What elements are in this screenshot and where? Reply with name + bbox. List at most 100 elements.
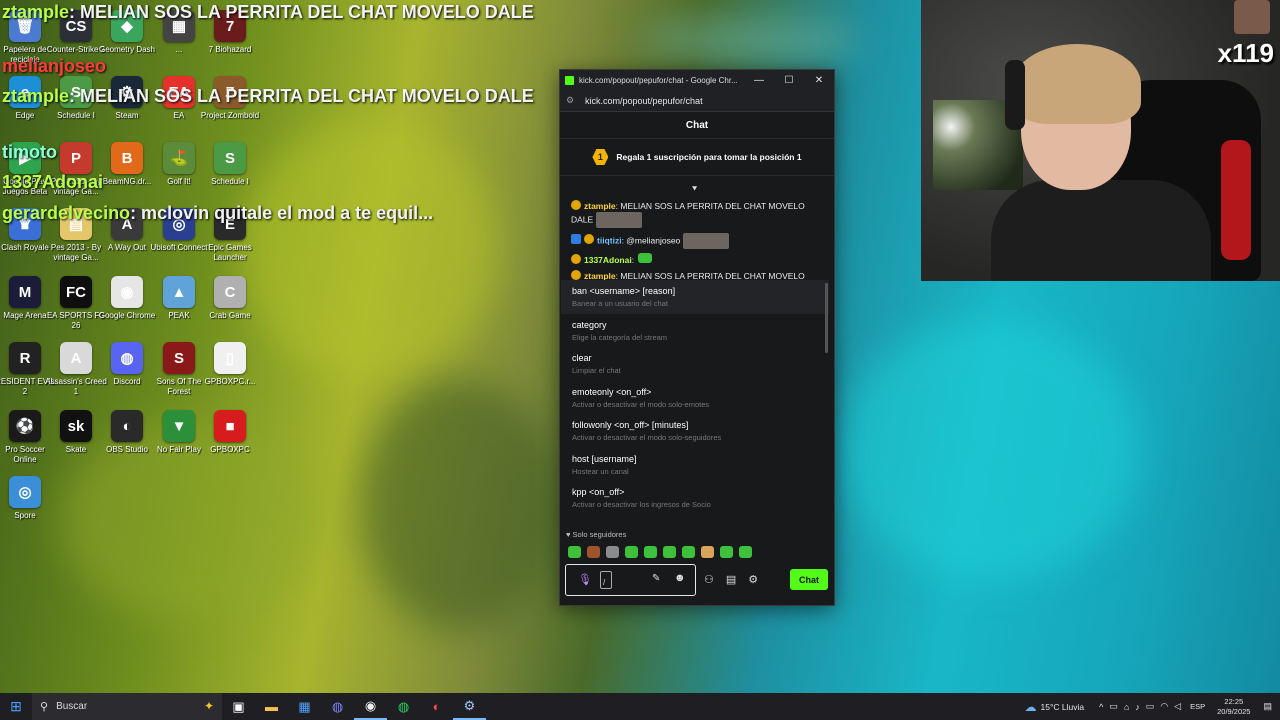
desktop-icon-label: GPBOXPC.r... [204,377,256,386]
chat-username[interactable]: tiiqtizi [597,235,622,245]
app-icon: ⚽ [9,410,41,442]
microphone-icon[interactable]: 🎙 [578,573,592,586]
display-icon[interactable]: ▭ [1146,701,1155,712]
emote-button[interactable] [739,546,752,558]
clock[interactable]: 22:25 20/9/2025 [1217,697,1250,717]
command-item[interactable]: clear Limpiar el chat [561,347,829,381]
overlay-message: timoto [2,142,57,162]
sub-counter: x119 [1217,38,1274,68]
desktop-icon[interactable]: S Schedule I [199,142,261,187]
discord-taskbar-icon[interactable]: ◍ [321,693,354,720]
chat-input-area[interactable]: 🎙 / ✎ ☻ [565,564,696,596]
desktop-icon-label: 7 Biohazard [208,45,252,54]
emoji-icon[interactable]: ☻ [674,572,686,584]
desktop-icon[interactable]: ■ GPBOXPC [199,410,261,455]
app-icon: ◐ [111,410,143,442]
command-autocomplete: ban <username> [reason] Banear a un usuar… [561,280,829,530]
gift-sub-banner[interactable]: 1 Regala 1 suscripción para tomar la pos… [560,139,834,176]
app-icon: ◍ [111,342,143,374]
emote-button[interactable] [587,546,600,558]
desktop-icon-label: Project Zomboid [200,111,260,120]
overlay-message: melianjoseo [2,56,107,76]
emote-button[interactable] [701,546,714,558]
app-icon: ▲ [163,276,195,308]
command-item[interactable]: host [username] Hostear un canal [561,448,829,482]
mic-tray-icon[interactable]: ♪ [1135,702,1140,712]
command-list-scrollbar[interactable] [825,283,828,353]
emote-button[interactable] [682,546,695,558]
emote-image [683,233,730,249]
address-bar[interactable]: ⚙ kick.com/popout/pepufor/chat [560,90,834,112]
desktop-icon-label: GPBOXPC [210,445,250,454]
chat-message: 1337Adonai: [571,253,816,266]
desktop-icon[interactable]: ▯ GPBOXPC.r... [199,342,261,387]
heart-icon: ♥ [566,530,571,539]
network-icon[interactable]: ⌂ [1124,702,1129,712]
emote-image [596,212,643,228]
search-icon: ⚲ [40,701,49,713]
window-titlebar[interactable]: kick.com/popout/pepufor/chat - Google Ch… [560,70,834,90]
language-indicator[interactable]: ESP [1190,702,1205,711]
sub-badge-icon [571,270,581,280]
maximize-button[interactable]: ☐ [774,75,804,86]
app-icon: ⛳ [163,142,195,174]
site-info-icon[interactable]: ⚙ [566,95,577,106]
app-icon: sk [60,410,92,442]
command-item[interactable]: emoteonly <on_off> Activar o desactivar e… [561,381,829,415]
users-icon[interactable]: ⚇ [704,573,714,586]
close-button[interactable]: ✕ [804,75,834,86]
start-button[interactable]: ⊞ [0,698,32,715]
overlay-message: ztample: MELIAN SOS LA PERRITA DEL CHAT … [2,2,534,22]
app-icon: ▼ [163,410,195,442]
emote-button[interactable] [568,546,581,558]
minimize-button[interactable]: — [744,75,774,86]
desktop-icon-label: Schedule I [211,177,249,186]
command-item[interactable]: kpp <on_off> Activar o desactivar los ing… [561,481,829,515]
gear-icon[interactable]: ⚙ [748,573,758,586]
steam-taskbar-icon[interactable]: ⚙ [453,693,486,720]
chrome-taskbar-icon[interactable]: ◉ [354,693,387,720]
notifications-icon[interactable]: ▤ [1263,701,1272,712]
weather-widget[interactable]: ☁ 15°C Lluvia [1025,700,1085,714]
app-icon: A [60,342,92,374]
task-view-icon[interactable]: ▣ [222,693,255,720]
overlay-message: gerardelvecino: mclovin quitale el mod a… [2,203,434,223]
command-item[interactable]: category Elige la categoría del stream [561,314,829,348]
file-explorer-icon[interactable]: ▬ [255,693,288,720]
taskbar: ⊞ ⚲ Buscar ✦ ▣ ▬ ▦ ◍ ◉ ◍ ◐ ⚙ ☁ 15°C Lluv… [0,693,1280,720]
obs-taskbar-icon[interactable]: ◐ [420,693,453,720]
command-item[interactable]: ban <username> [reason] Banear a un usuar… [561,280,829,314]
app-icon: FC [60,276,92,308]
search-box[interactable]: ⚲ Buscar ✦ [32,693,222,720]
store-icon[interactable]: ▤ [726,573,736,586]
send-chat-button[interactable]: Chat [790,569,828,590]
emote-button[interactable] [606,546,619,558]
chevron-up-icon[interactable]: ^ [1099,702,1103,712]
desktop-icon[interactable]: C Crab Game [199,276,261,321]
battery-icon[interactable]: ▭ [1109,701,1118,712]
chat-username[interactable]: ztample [584,201,616,211]
emote-icon [638,253,653,263]
app-icon: ◎ [9,476,41,508]
desktop-icon-label: Crab Game [209,311,251,320]
sub-badge-icon [584,234,594,245]
emote-button[interactable] [663,546,676,558]
desktop-icon[interactable]: ◎ Spore [0,476,56,521]
emote-button[interactable] [644,546,657,558]
sparkle-icon: ✦ [203,699,214,713]
app-icon: M [9,276,41,308]
store-taskbar-icon[interactable]: ▦ [288,693,321,720]
chat-toolbar: ⚇ ▤ ⚙ [704,573,758,586]
app-icon: S [214,142,246,174]
emote-button[interactable] [720,546,733,558]
wifi-icon[interactable]: ◠ [1160,701,1168,712]
chat-input[interactable]: / [600,571,612,589]
promo-text: Regala 1 suscripción para tomar la posic… [616,152,802,162]
emote-button[interactable] [625,546,638,558]
chat-username[interactable]: 1337Adonai [584,255,632,265]
command-item[interactable]: followonly <on_off> [minutes] Activar o d… [561,414,829,448]
spotify-taskbar-icon[interactable]: ◍ [387,693,420,720]
gif-icon[interactable]: ✎ [652,573,660,584]
window-title: kick.com/popout/pepufor/chat - Google Ch… [579,75,738,85]
volume-icon[interactable]: ◁ [1174,701,1181,712]
